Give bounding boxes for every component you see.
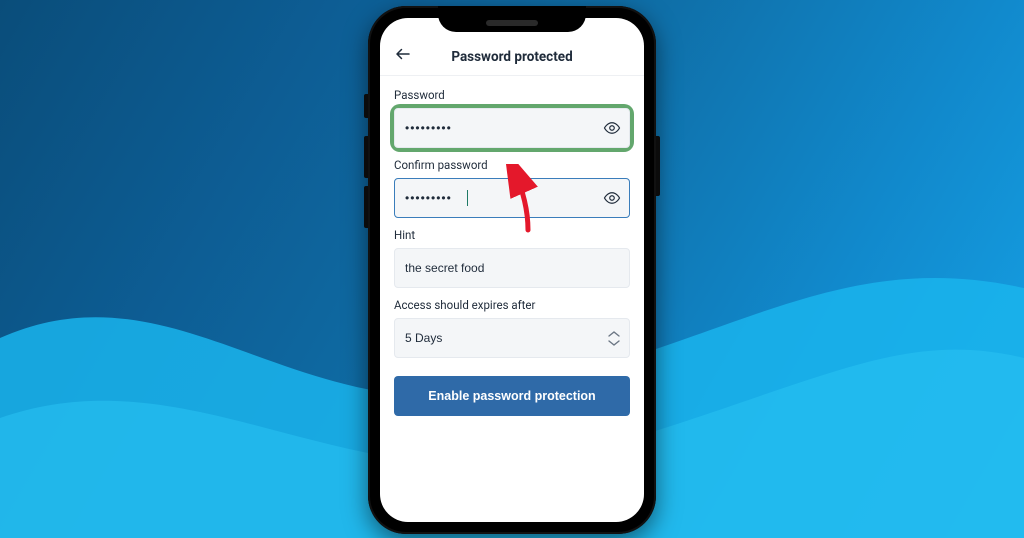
confirm-visibility-toggle[interactable] bbox=[600, 186, 624, 210]
password-visibility-toggle[interactable] bbox=[600, 116, 624, 140]
app-screen: Password protected Password Confirm pass… bbox=[380, 18, 644, 522]
text-caret bbox=[467, 190, 468, 206]
expires-field-wrap bbox=[394, 318, 630, 358]
expires-select[interactable] bbox=[394, 318, 630, 358]
password-field-highlight bbox=[394, 108, 630, 148]
page-title: Password protected bbox=[451, 49, 572, 65]
phone-volume-down bbox=[364, 186, 368, 228]
form: Password Confirm password bbox=[380, 76, 644, 430]
arrow-left-icon bbox=[394, 45, 412, 63]
chevron-up-icon bbox=[608, 330, 620, 338]
hint-label: Hint bbox=[394, 228, 630, 242]
chevron-down-icon bbox=[608, 339, 620, 347]
expires-label: Access should expires after bbox=[394, 298, 630, 312]
expires-stepper[interactable] bbox=[608, 328, 622, 348]
phone-mute-switch bbox=[364, 94, 368, 118]
phone-notch bbox=[438, 6, 586, 32]
phone-speaker bbox=[486, 20, 538, 26]
eye-icon bbox=[603, 189, 621, 207]
password-input[interactable] bbox=[394, 108, 630, 148]
enable-protection-button[interactable]: Enable password protection bbox=[394, 376, 630, 416]
back-button[interactable] bbox=[390, 41, 416, 67]
phone-frame: Password protected Password Confirm pass… bbox=[368, 6, 656, 534]
password-label: Password bbox=[394, 88, 630, 102]
phone-power-button bbox=[656, 136, 660, 196]
confirm-password-input[interactable] bbox=[394, 178, 630, 218]
confirm-password-label: Confirm password bbox=[394, 158, 630, 172]
hint-input[interactable] bbox=[394, 248, 630, 288]
hint-field-wrap bbox=[394, 248, 630, 288]
confirm-password-field-wrap bbox=[394, 178, 630, 218]
background: Password protected Password Confirm pass… bbox=[0, 0, 1024, 538]
phone-volume-up bbox=[364, 136, 368, 178]
eye-icon bbox=[603, 119, 621, 137]
